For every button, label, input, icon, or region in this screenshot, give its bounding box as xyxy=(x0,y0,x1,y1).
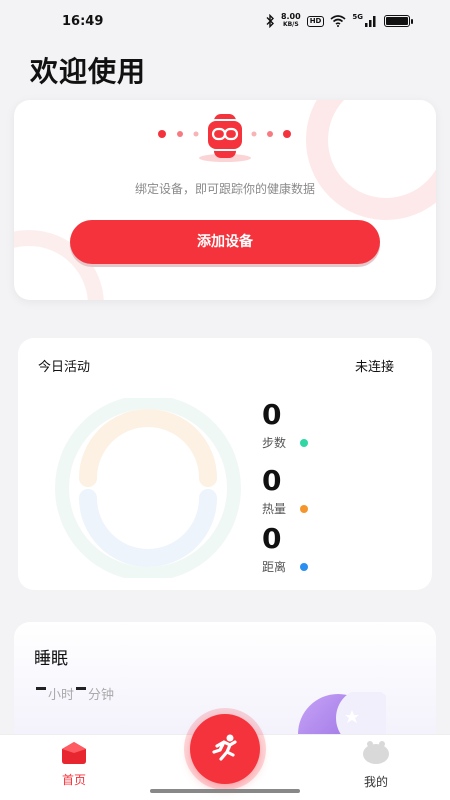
sleep-title: 睡眠 xyxy=(34,649,68,669)
watch-link-illustration xyxy=(158,114,291,162)
calories-metric: 0 热量 xyxy=(262,464,309,517)
start-workout-button[interactable] xyxy=(190,714,260,784)
signal-icon xyxy=(365,16,376,27)
hours-unit: 小时 xyxy=(48,688,75,703)
minutes-unit: 分钟 xyxy=(88,688,115,703)
device-card: 绑定设备，即可跟踪你的健康数据 添加设备 xyxy=(14,100,436,300)
distance-dot xyxy=(300,562,309,571)
tab-mine-label: 我的 xyxy=(363,775,388,789)
connection-status: 未连接 xyxy=(354,360,394,375)
network-speed-value: 8.00 xyxy=(280,12,301,21)
running-icon xyxy=(212,734,237,761)
sleep-duration: 小时 分钟 xyxy=(34,684,114,703)
battery-icon xyxy=(384,15,413,27)
hours-placeholder xyxy=(36,687,46,690)
profile-icon xyxy=(363,741,389,764)
steps-label: 步数 xyxy=(262,436,287,450)
page-title: 欢迎使用 xyxy=(30,55,147,88)
steps-dot xyxy=(300,438,309,447)
tab-mine[interactable]: 我的 xyxy=(356,741,396,790)
tab-home-label: 首页 xyxy=(61,773,86,787)
activity-ring xyxy=(55,398,241,578)
status-bar: 16:49 8.00 KB/S HD 5G xyxy=(0,0,450,44)
calories-label: 热量 xyxy=(262,502,287,516)
minutes-placeholder xyxy=(76,687,87,690)
calories-value: 0 xyxy=(262,464,282,497)
activity-title: 今日活动 xyxy=(38,360,91,375)
status-time: 16:49 xyxy=(62,14,104,29)
activity-card[interactable]: 今日活动 未连接 0 步数 0 热量 0 距离 xyxy=(18,338,432,590)
distance-value: 0 xyxy=(262,522,282,555)
add-device-button[interactable]: 添加设备 xyxy=(70,220,380,264)
signal-label: 5G xyxy=(352,13,363,21)
steps-value: 0 xyxy=(262,398,282,431)
distance-label: 距离 xyxy=(262,560,287,574)
distance-metric: 0 距离 xyxy=(262,522,309,575)
status-icons: 8.00 KB/S HD 5G xyxy=(265,13,413,29)
hd-badge: HD xyxy=(306,15,325,27)
network-speed-unit: KB/S xyxy=(282,21,299,28)
home-indicator[interactable] xyxy=(150,789,300,793)
device-bind-hint: 绑定设备，即可跟踪你的健康数据 xyxy=(134,182,315,196)
network-speed: 8.00 KB/S xyxy=(281,13,301,29)
tab-home[interactable]: 首页 xyxy=(54,741,94,788)
calories-dot xyxy=(300,504,309,513)
bluetooth-icon xyxy=(266,14,274,28)
home-icon xyxy=(62,742,86,764)
steps-metric: 0 步数 xyxy=(262,398,309,451)
wifi-icon xyxy=(330,15,346,27)
